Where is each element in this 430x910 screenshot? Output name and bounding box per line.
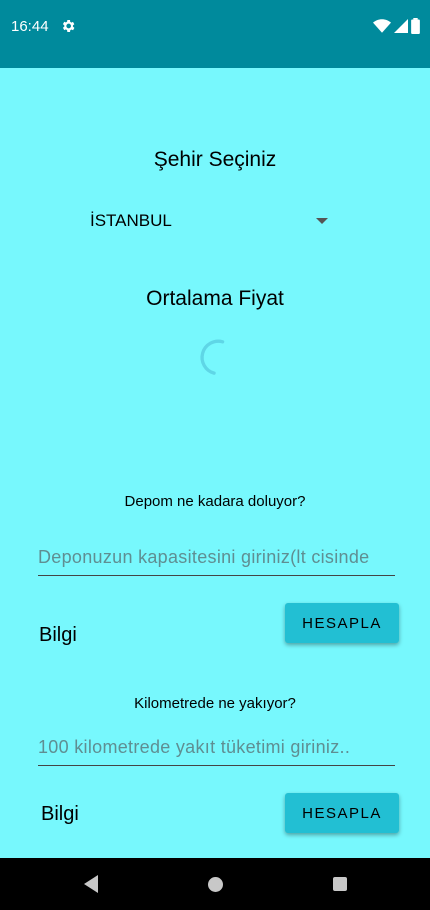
battery-icon (411, 18, 420, 34)
wifi-icon (373, 19, 391, 33)
status-time: 16:44 (11, 18, 49, 35)
consumption-question: Kilometrede ne yakıyor? (134, 695, 296, 712)
city-dropdown-value: İSTANBUL (90, 211, 172, 230)
main-content: Şehir Seçiniz İSTANBUL Ortalama Fiyat De… (0, 68, 430, 858)
settings-gear-icon (62, 20, 75, 32)
consumption-info-text: Bilgi (41, 803, 79, 825)
tank-capacity-input[interactable] (38, 539, 395, 575)
tank-question: Depom ne kadara doluyor? (124, 493, 306, 510)
tank-info-text: Bilgi (39, 624, 77, 646)
tank-calculate-button[interactable]: HESAPLA (285, 603, 399, 643)
status-bar: 16:44 (0, 0, 430, 68)
loading-spinner-icon (200, 339, 225, 375)
status-icons (373, 17, 420, 35)
dropdown-arrow-icon (316, 218, 328, 224)
back-icon[interactable] (84, 875, 98, 893)
consumption-field[interactable] (38, 729, 395, 766)
navigation-bar (0, 858, 430, 910)
city-heading: Şehir Seçiniz (153, 148, 277, 171)
consumption-calculate-button[interactable]: HESAPLA (285, 793, 399, 833)
home-icon[interactable] (208, 877, 223, 892)
recent-apps-icon[interactable] (333, 877, 347, 891)
consumption-input[interactable] (38, 729, 395, 765)
average-price-heading: Ortalama Fiyat (146, 287, 284, 310)
city-dropdown[interactable]: İSTANBUL (90, 209, 336, 233)
tank-capacity-field[interactable] (38, 539, 395, 576)
cell-signal-icon (394, 19, 408, 33)
